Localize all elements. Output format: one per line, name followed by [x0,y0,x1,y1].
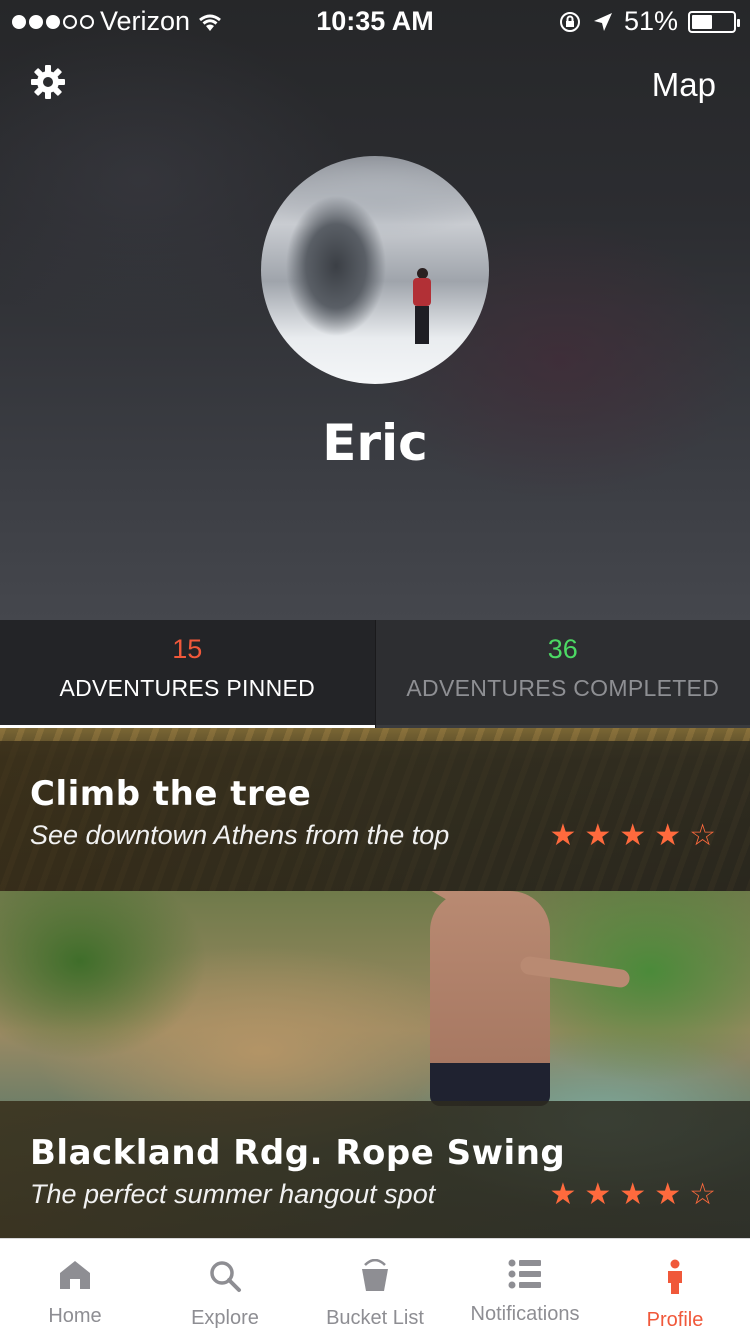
gear-icon[interactable] [30,64,66,100]
star-empty-icon: ☆ [689,1178,716,1211]
avatar[interactable] [261,156,489,384]
tab-label: Profile [646,1309,704,1331]
tab-explore[interactable]: Explore [150,1239,300,1334]
profile-header: Verizon 10:35 AM 51% Map Eric [0,0,750,620]
home-icon [60,1261,90,1289]
pinned-count: 15 [172,634,203,664]
tab-home[interactable]: Home [0,1239,150,1334]
tab-label: Bucket List [326,1307,424,1329]
battery-percent: 51% [623,6,678,36]
tab-notifications[interactable]: Notifications [450,1239,600,1334]
user-name: Eric [322,414,428,472]
star-filled-icon: ★ [654,819,682,852]
location-arrow-icon [593,12,612,31]
star-rating: ★ ★ ★ ★ ☆ [549,818,716,853]
status-right: 51% [558,6,740,37]
completed-count: 36 [547,634,578,664]
adventure-card[interactable]: Blackland Rdg. Rope Swing The perfect su… [0,891,750,1238]
adventure-title: Blackland Rdg. Rope Swing [30,1133,566,1173]
completed-label: ADVENTURES COMPLETED [406,675,720,701]
tab-label: Notifications [470,1303,580,1325]
star-filled-icon: ★ [619,1178,647,1211]
tab-profile[interactable]: Profile [600,1239,750,1334]
adventure-title: Climb the tree [30,774,312,814]
battery-icon [688,10,740,33]
person-icon [668,1259,682,1294]
avatar-photo-subject [411,268,433,346]
tab-adventures-completed[interactable]: 36 ADVENTURES COMPLETED [374,620,750,728]
star-filled-icon: ★ [584,1178,612,1211]
star-filled-icon: ★ [549,1178,577,1211]
tab-adventures-pinned[interactable]: 15 ADVENTURES PINNED [0,620,375,728]
tab-bucket-list[interactable]: Bucket List [300,1239,450,1334]
map-button[interactable]: Map [652,66,716,104]
star-empty-icon: ☆ [689,819,716,852]
star-rating: ★ ★ ★ ★ ☆ [549,1177,716,1212]
search-icon [210,1261,241,1292]
adventure-subtitle: See downtown Athens from the top [30,820,450,850]
adventure-caption-overlay [0,741,750,891]
star-filled-icon: ★ [584,819,612,852]
list-icon [508,1259,541,1289]
tab-label: Explore [191,1307,259,1329]
adventure-subtitle: The perfect summer hangout spot [30,1179,436,1209]
battery-level [692,14,712,29]
rotation-lock-icon [559,11,580,32]
bottom-tab-bar: Home Explore Bucket List Notifications P… [0,1238,750,1334]
star-filled-icon: ★ [549,819,577,852]
stats-tabs: 15 ADVENTURES PINNED 36 ADVENTURES COMPL… [0,620,750,728]
adventure-card[interactable]: Climb the tree See downtown Athens from … [0,728,750,891]
bucket-icon [362,1259,388,1291]
star-filled-icon: ★ [619,819,647,852]
star-filled-icon: ★ [654,1178,682,1211]
tab-label: Home [48,1305,102,1327]
pinned-label: ADVENTURES PINNED [59,675,316,701]
status-bar: Verizon 10:35 AM 51% [0,0,750,40]
